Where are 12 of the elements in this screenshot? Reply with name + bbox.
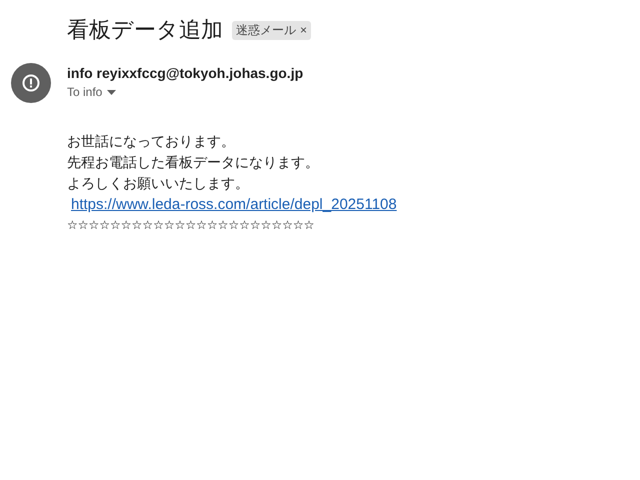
message-line: よろしくお願いいたします。 [67,174,250,193]
message-line: 先程お電話した看板データになります。 [67,153,320,172]
email-subject: 看板データ追加 [67,16,223,44]
spam-label: 迷惑メール × [232,20,312,40]
caret-icon [107,90,116,94]
sender-address: info reyixxfccg@tokyoh.johas.go.jp [67,65,304,81]
remove-label-button[interactable]: × [300,23,308,37]
message-link[interactable]: https://www.leda-ross.com/article/depl_20251108 [71,196,397,213]
recipient-dropdown[interactable]: To info [67,85,640,99]
warning-avatar-icon [11,63,51,103]
message-line: お世話になっております。 [67,132,236,151]
star-line: ☆☆☆☆☆☆☆☆☆☆☆☆☆☆☆☆☆☆☆☆☆☆☆ [67,217,316,234]
